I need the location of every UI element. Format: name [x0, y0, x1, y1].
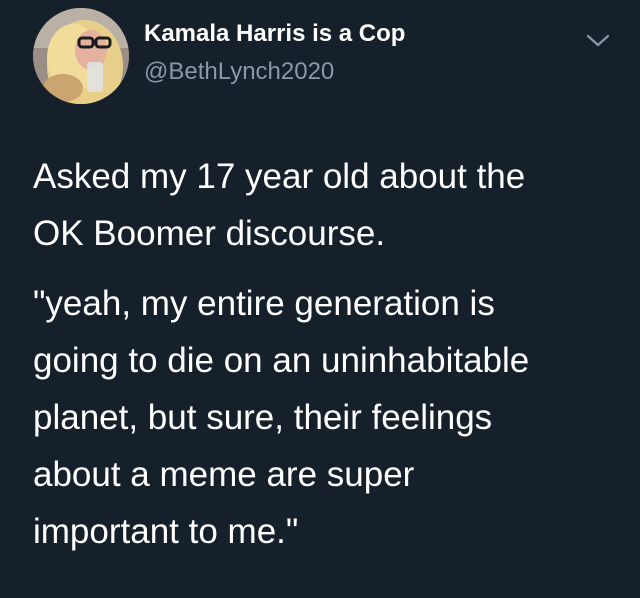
tweet-line: about a meme are super [33, 455, 415, 494]
tweet-line: planet, but sure, their feelings [33, 398, 493, 437]
tweet-line: Asked my 17 year old about the [33, 157, 526, 196]
avatar-photo-icon [33, 8, 129, 104]
author-display-name[interactable]: Kamala Harris is a Cop [144, 20, 405, 48]
author-handle[interactable]: @BethLynch2020 [144, 58, 334, 86]
tweet-line: "yeah, my entire generation is [33, 284, 495, 323]
tweet-line: OK Boomer discourse. [33, 214, 386, 253]
avatar[interactable] [33, 8, 129, 104]
tweet-text: Asked my 17 year old about the OK Boomer… [33, 148, 623, 560]
tweet-paragraph: Asked my 17 year old about the OK Boomer… [33, 148, 623, 262]
tweet-card: Kamala Harris is a Cop @BethLynch2020 As… [0, 0, 640, 598]
chevron-down-icon[interactable] [585, 30, 611, 50]
tweet-line: going to die on an uninhabitable [33, 341, 530, 380]
tweet-paragraph: "yeah, my entire generation is going to … [33, 275, 623, 560]
tweet-line: important to me." [33, 512, 299, 551]
